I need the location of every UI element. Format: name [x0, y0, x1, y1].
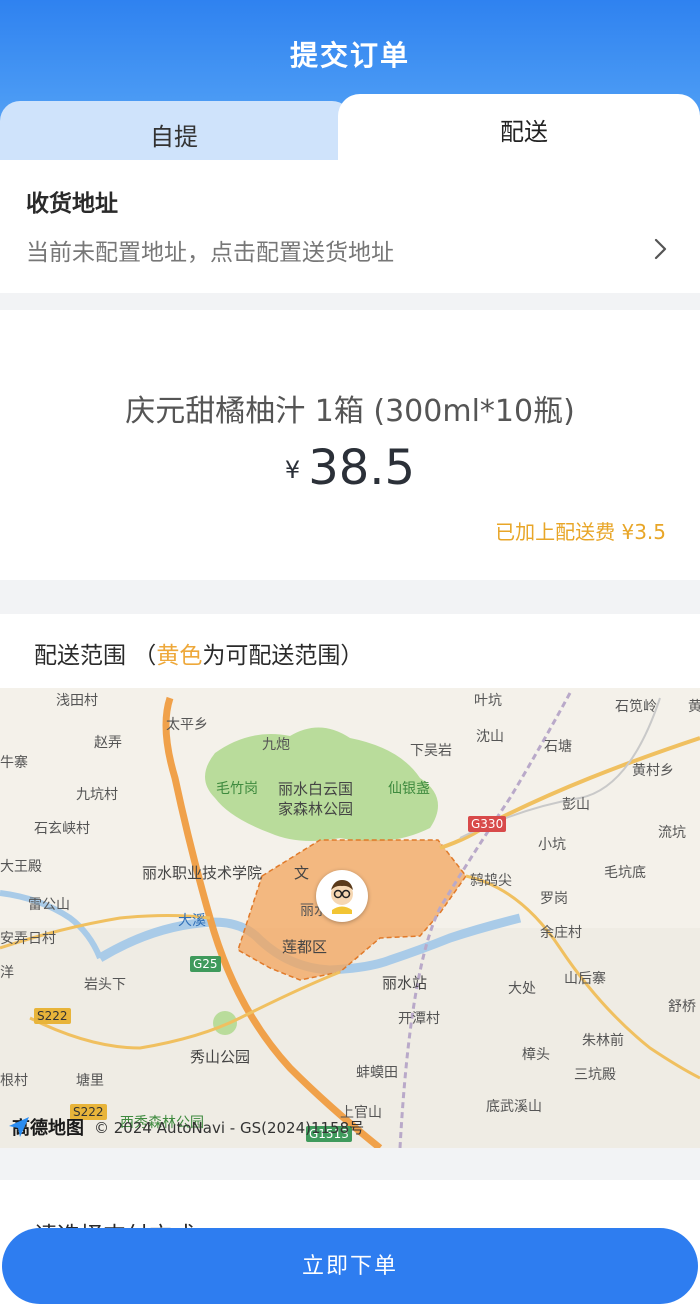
- road-badge-g25: G25: [190, 956, 221, 972]
- map-label: 大处: [508, 981, 536, 997]
- price: ¥38.5: [0, 440, 700, 496]
- map-label: 樟头: [522, 1047, 550, 1063]
- park-dot: [213, 1011, 237, 1035]
- map-label: 朱林前: [582, 1033, 624, 1049]
- map-label: 石玄峡村: [34, 821, 90, 837]
- avatar[interactable]: [316, 870, 368, 922]
- map-label: 黄村乡: [632, 763, 674, 779]
- range-title-suffix: 为可配送范围）: [202, 643, 364, 669]
- map-label: 牛寨: [0, 755, 28, 771]
- price-value: 38.5: [308, 440, 416, 496]
- submit-order-button[interactable]: 立即下单: [2, 1228, 698, 1304]
- map-label: 莲都区: [282, 938, 328, 956]
- delivery-range-title: 配送范围 （黄色为可配送范围）: [34, 636, 363, 670]
- map-label: 大王殿: [0, 859, 42, 875]
- map-label: 文: [294, 864, 310, 882]
- map-label: 洋: [0, 965, 14, 981]
- map-label: 秀山公园: [190, 1048, 251, 1066]
- map-label: 毛坑底: [604, 865, 646, 881]
- map-label: 岩头下: [84, 977, 126, 993]
- delivery-range-card: 配送范围 （黄色为可配送范围） 浅田村 太平乡 九炮 叶坑 石笕岭 黄 赵弄 牛…: [0, 614, 700, 1148]
- map-label: 叶坑: [474, 693, 502, 709]
- range-title-prefix: 配送范围 （: [34, 643, 157, 669]
- map-label: 丽水职业技术学院: [142, 864, 263, 882]
- map-label: 雷公山: [28, 897, 70, 913]
- map-label: 丽水白云国: [278, 780, 354, 798]
- map-label: 丽水站: [382, 974, 428, 992]
- delivery-map[interactable]: 浅田村 太平乡 九炮 叶坑 石笕岭 黄 赵弄 牛寨 下吴岩 沈山 石塘 黄村乡 …: [0, 688, 700, 1148]
- map-label: 塘里: [76, 1073, 104, 1089]
- map-label: 流坑: [658, 825, 686, 841]
- map-label: 九炮: [262, 737, 290, 753]
- address-title: 收货地址: [26, 191, 118, 217]
- product-card: 庆元甜橘柚汁 1箱 (300ml*10瓶) ¥38.5 已加上配送费 ¥3.5: [0, 310, 700, 580]
- chevron-right-icon: [654, 238, 667, 260]
- map-label: 蚌蟆田: [356, 1065, 398, 1081]
- map-copyright: © 2024 AutoNavi - GS(2024)1158号: [94, 1118, 365, 1137]
- map-label: 仙银盏: [388, 781, 430, 797]
- map-label: 赵弄: [94, 735, 122, 751]
- map-label: 山后寨: [564, 971, 606, 987]
- map-label: 九坑村: [76, 787, 118, 803]
- map-label: 余庄村: [540, 925, 582, 941]
- map-label: 安弄日村: [0, 931, 56, 947]
- page-title: 提交订单: [289, 39, 410, 72]
- map-label: 沈山: [476, 729, 504, 745]
- map-label: 石笕岭: [615, 699, 657, 715]
- page: 提交订单 自提 配送 收货地址 当前未配置地址，点击配置送货地址 庆元甜橘柚汁 …: [0, 0, 700, 1316]
- map-label: 开潭村: [398, 1011, 440, 1027]
- product-name: 庆元甜橘柚汁 1箱 (300ml*10瓶): [125, 394, 575, 429]
- map-label: 根村: [0, 1073, 28, 1089]
- map-label: 彭山: [562, 797, 590, 813]
- tab-delivery[interactable]: 配送: [338, 94, 700, 164]
- map-label: 家森林公园: [278, 800, 354, 818]
- map-label: 鸫鸪尖: [470, 873, 512, 889]
- map-label: 太平乡: [166, 717, 208, 733]
- map-label: 三坑殿: [574, 1067, 616, 1083]
- address-card[interactable]: 收货地址 当前未配置地址，点击配置送货地址: [0, 160, 700, 293]
- map-label: 小坑: [538, 837, 566, 853]
- road-badge-s222: S222: [34, 1008, 71, 1024]
- map-label: 毛竹岗: [216, 781, 258, 797]
- map-label: 石塘: [544, 739, 572, 755]
- currency-symbol: ¥: [284, 456, 301, 484]
- map-label: 黄: [688, 699, 700, 715]
- amap-logo-icon: [9, 1117, 29, 1137]
- map-footer: 高德地图 © 2024 AutoNavi - GS(2024)1158号: [6, 1114, 364, 1140]
- address-hint: 当前未配置地址，点击配置送货地址: [26, 240, 394, 266]
- map-label: 舒桥: [668, 999, 696, 1015]
- tab-pickup[interactable]: 自提: [0, 101, 352, 161]
- delivery-fee-note: 已加上配送费 ¥3.5: [495, 520, 666, 544]
- range-title-highlight: 黄色: [156, 643, 203, 669]
- tab-delivery-label: 配送: [500, 118, 548, 146]
- road-badge-g330: G330: [468, 816, 507, 832]
- map-label: 浅田村: [56, 693, 98, 709]
- tab-pickup-label: 自提: [150, 123, 198, 151]
- map-label: 大溪: [178, 913, 206, 929]
- cartoon-avatar-icon: [331, 880, 353, 914]
- map-label: 罗岗: [540, 891, 568, 907]
- map-label: 底武溪山: [486, 1099, 542, 1115]
- map-label: 下吴岩: [410, 743, 452, 759]
